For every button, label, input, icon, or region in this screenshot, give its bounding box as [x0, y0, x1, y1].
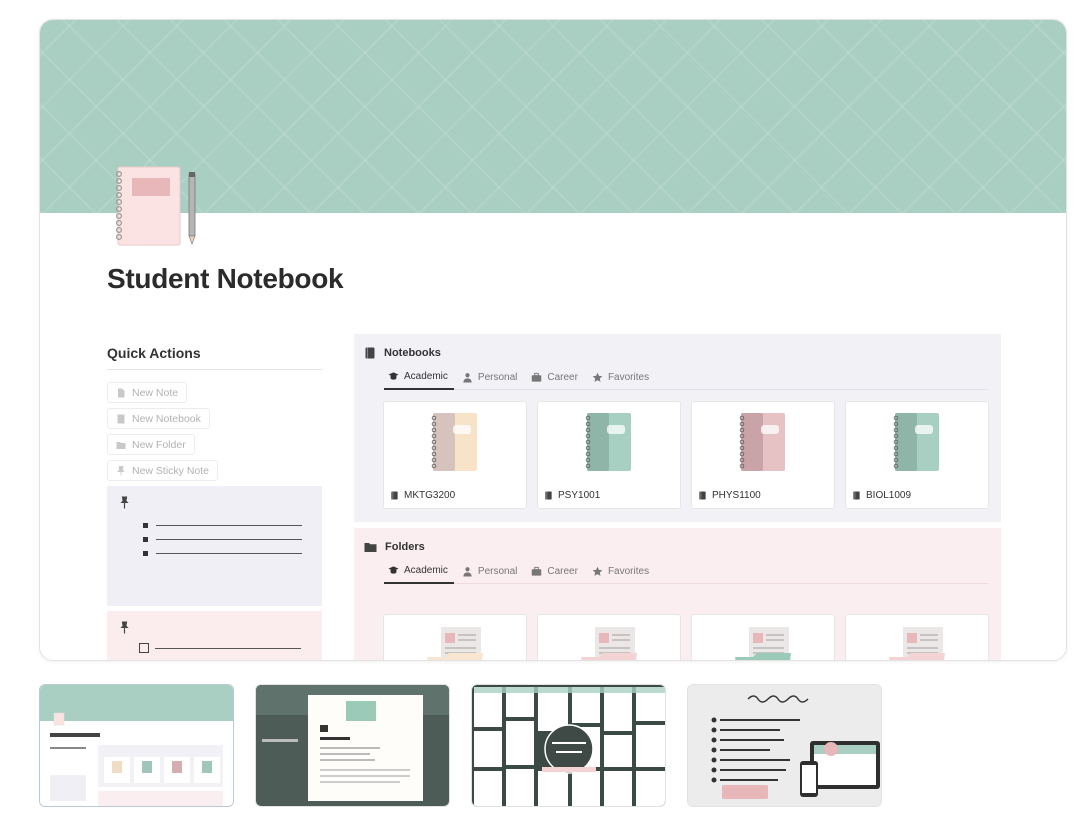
notebook-icon: [545, 491, 552, 500]
thumbnail-what-you-get: [688, 685, 881, 806]
notebook-card-label: MKTG3200: [390, 490, 455, 501]
new-note-button[interactable]: New Note: [107, 382, 188, 403]
graduation-cap-icon: [388, 566, 399, 574]
preview-thumbnails: [39, 684, 882, 807]
thumbnail-4[interactable]: [687, 684, 882, 807]
person-icon: [463, 372, 472, 383]
person-icon: [463, 566, 472, 577]
notebook-card[interactable]: PSY1001: [537, 401, 681, 509]
tab-personal[interactable]: Personal: [458, 369, 523, 389]
new-sticky-note-button[interactable]: New Sticky Note: [107, 460, 219, 481]
notebook-cover-image: [384, 402, 526, 482]
tab-favorites[interactable]: Favorites: [588, 369, 655, 389]
thumbnail-page-preview: [40, 685, 233, 806]
folder-icon: [116, 441, 126, 449]
notebooks-panel: Notebooks Academic Personal Career Favor…: [354, 334, 1001, 522]
notebook-icon: [365, 347, 375, 359]
folder-cover-image: [384, 615, 526, 660]
page-title: Student Notebook: [107, 263, 344, 294]
thumbnail-3[interactable]: [471, 684, 666, 807]
new-sticky-note-label: New Sticky Note: [132, 464, 210, 477]
list-item: [143, 523, 310, 528]
new-note-label: New Note: [132, 386, 179, 399]
quick-actions-title: Quick Actions: [107, 345, 322, 370]
checklist-item: [139, 643, 310, 653]
folders-panel: Folders Academic Personal Career Favorit…: [354, 528, 1001, 660]
notebook-icon: [391, 491, 398, 500]
notebook-cover-image: [538, 402, 680, 482]
thumbnail-1[interactable]: [39, 684, 234, 807]
tab-academic[interactable]: Academic: [384, 563, 454, 584]
notebook-card-label: PHYS1100: [698, 490, 761, 501]
tab-career[interactable]: Career: [527, 369, 584, 389]
notebook-icon: [699, 491, 706, 500]
checkbox[interactable]: [139, 643, 149, 653]
list-item: [143, 551, 310, 556]
pin-icon: [116, 465, 126, 475]
notebook-card[interactable]: PHYS1100: [691, 401, 835, 509]
sticky-note-list[interactable]: [107, 486, 322, 606]
folders-title: Folders: [385, 541, 425, 553]
tab-personal[interactable]: Personal: [458, 563, 523, 583]
list-item: [143, 537, 310, 542]
pin-icon: [120, 621, 129, 634]
pin-icon: [120, 496, 129, 509]
folder-card[interactable]: [845, 614, 989, 660]
notebook-icon: [853, 491, 860, 500]
notebooks-title: Notebooks: [384, 347, 441, 359]
notebooks-gallery: MKTG3200 PSY1001 PHYS1100 BIOL1009: [383, 401, 989, 509]
notebook-cover-image: [692, 402, 834, 482]
notion-page-preview: Student Notebook Quick Actions New Note …: [39, 19, 1067, 661]
folder-card[interactable]: [691, 614, 835, 660]
notebook-card-label: PSY1001: [544, 490, 600, 501]
tab-favorites[interactable]: Favorites: [588, 563, 655, 583]
note-icon: [118, 388, 125, 397]
notebook-cover-image: [846, 402, 988, 482]
folders-tabs: Academic Personal Career Favorites: [384, 563, 988, 584]
notebook-card-label: BIOL1009: [852, 490, 911, 501]
star-icon: [592, 372, 603, 382]
folder-cover-image: [846, 615, 988, 660]
notebook-card[interactable]: BIOL1009: [845, 401, 989, 509]
new-folder-label: New Folder: [132, 438, 186, 451]
folder-card[interactable]: [537, 614, 681, 660]
briefcase-icon: [532, 372, 542, 382]
new-notebook-button[interactable]: New Notebook: [107, 408, 210, 429]
notebooks-tabs: Academic Personal Career Favorites: [384, 369, 988, 390]
thumbnail-2[interactable]: [255, 684, 450, 807]
new-notebook-label: New Notebook: [132, 412, 201, 425]
quick-actions: Quick Actions New Note New Notebook New …: [107, 345, 322, 660]
sticky-note-checklist[interactable]: [107, 611, 322, 660]
folder-icon: [364, 543, 377, 552]
folders-gallery: [383, 614, 989, 660]
thumbnail-templates-collage: [472, 685, 665, 806]
folder-cover-image: [538, 615, 680, 660]
notebook-card[interactable]: MKTG3200: [383, 401, 527, 509]
folder-cover-image: [692, 615, 834, 660]
notebook-icon: [117, 414, 125, 423]
thumbnail-exam-review-preview: [256, 685, 449, 806]
tab-career[interactable]: Career: [527, 563, 584, 583]
folder-card[interactable]: [383, 614, 527, 660]
tab-academic[interactable]: Academic: [384, 369, 454, 390]
briefcase-icon: [532, 566, 542, 576]
new-folder-button[interactable]: New Folder: [107, 434, 195, 455]
notebook-pencil-icon: [115, 166, 196, 246]
graduation-cap-icon: [388, 372, 399, 380]
star-icon: [592, 566, 603, 576]
